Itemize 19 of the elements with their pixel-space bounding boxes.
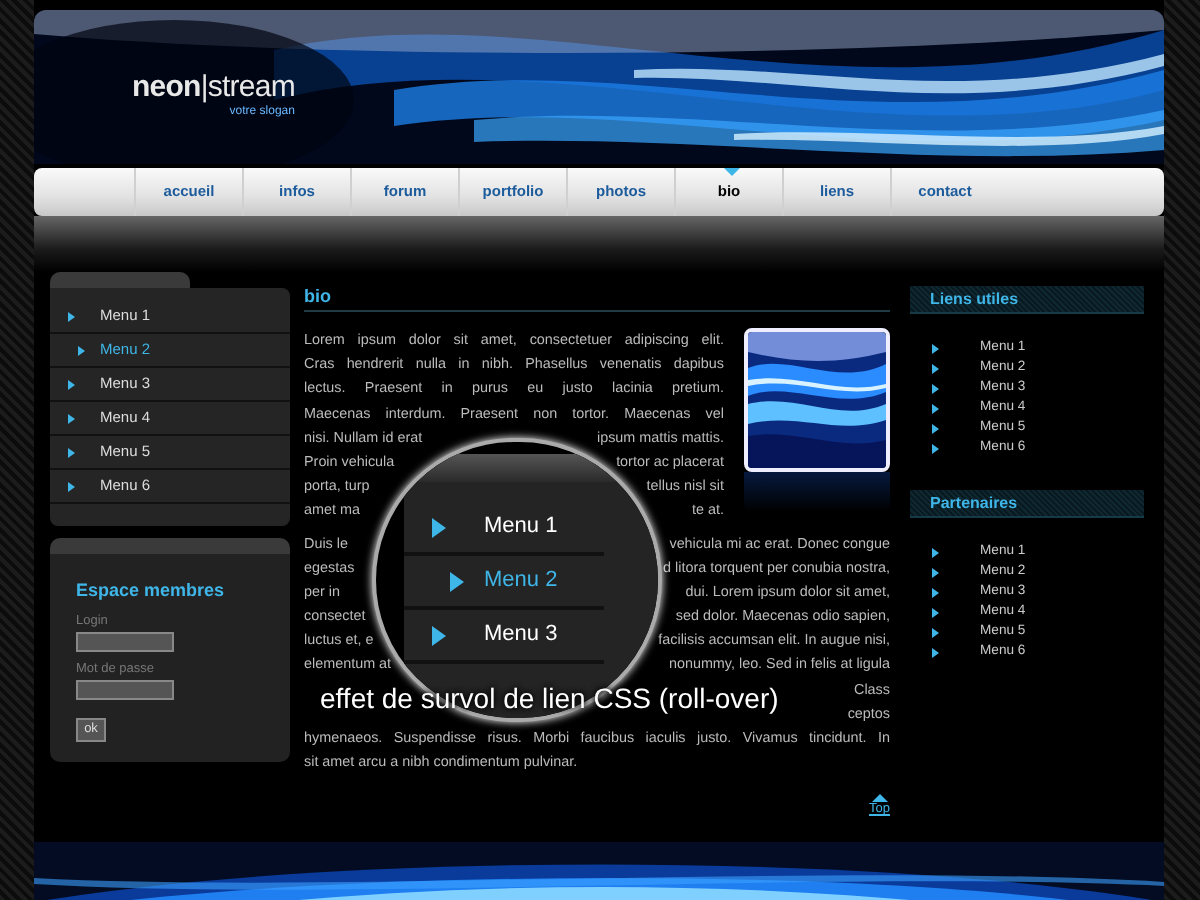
section-title: bio — [304, 286, 331, 306]
triangle-icon — [450, 571, 464, 591]
triangle-icon — [68, 311, 75, 321]
triangle-icon — [68, 447, 75, 457]
section-header: Liens utiles — [910, 286, 1144, 314]
logo: neon|stream — [132, 72, 295, 104]
triangle-icon — [78, 345, 85, 355]
input-field[interactable] — [76, 680, 174, 700]
input-field[interactable] — [76, 632, 174, 652]
triangle-icon — [68, 379, 75, 389]
triangle-icon — [68, 413, 75, 423]
triangle-icon — [432, 517, 446, 537]
panel-title: Espace membres — [76, 578, 227, 602]
triangle-icon — [432, 625, 446, 645]
section-header: Partenaires — [910, 490, 1144, 518]
menu-item[interactable]: Menu 2 — [404, 556, 604, 610]
menu-item[interactable]: Menu 3 — [404, 610, 604, 664]
triangle-icon — [68, 481, 75, 491]
menu-item[interactable]: Menu 1 — [404, 502, 604, 556]
